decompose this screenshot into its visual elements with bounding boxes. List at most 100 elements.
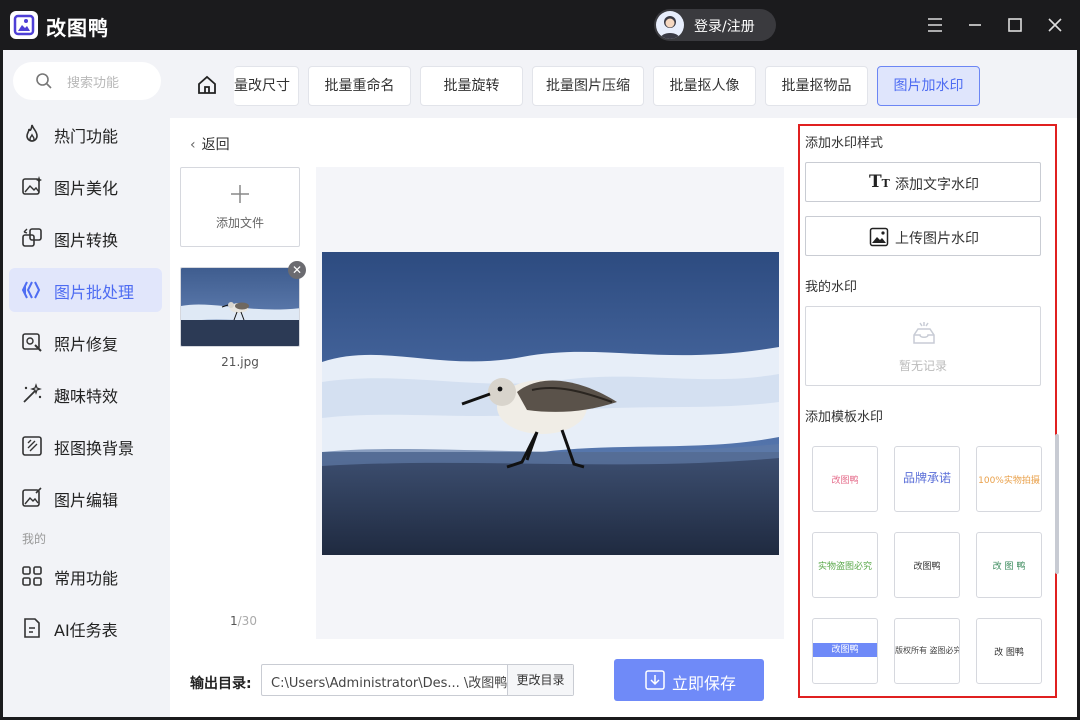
tab-cutout-person[interactable]: 批量抠人像	[653, 66, 756, 106]
close-icon[interactable]	[1044, 14, 1066, 36]
search-placeholder: 搜索功能	[67, 76, 120, 91]
menu-icon[interactable]	[924, 14, 946, 36]
tab-resize[interactable]: 量改尺寸	[234, 66, 299, 106]
page-counter: 1/30	[230, 614, 257, 628]
back-button[interactable]: ‹ 返回	[190, 134, 230, 154]
sidebar-item-beautify[interactable]: 图片美化	[9, 164, 162, 208]
page-current: 1	[230, 614, 238, 628]
home-icon[interactable]	[196, 74, 218, 96]
convert-icon	[22, 228, 42, 247]
tab-rename[interactable]: 批量重命名	[308, 66, 411, 106]
watermark-template[interactable]: 品牌承诺	[894, 446, 960, 512]
template-text: 版权所有 盗图必究	[895, 646, 960, 655]
watermark-template[interactable]: 改图鸭	[812, 618, 878, 684]
back-label: 返回	[201, 137, 230, 153]
upload-image-watermark-button[interactable]: 上传图片水印	[805, 216, 1041, 256]
file-name: 21.jpg	[221, 355, 259, 369]
output-dir-value: C:\Users\Administrator\Des... \改图鸭	[271, 676, 507, 691]
cutout-icon	[22, 436, 42, 456]
watermark-template[interactable]: 改 图鸭	[976, 618, 1042, 684]
sidebar-item-label: 热门功能	[54, 127, 119, 146]
add-text-watermark-button[interactable]: TT 添加文字水印	[805, 162, 1041, 202]
output-dir-label: 输出目录:	[190, 676, 252, 692]
sidebar-item-edit[interactable]: 图片编辑	[9, 476, 162, 520]
magic-wand-icon	[23, 383, 42, 403]
save-label: 立即保存	[672, 674, 737, 693]
tool-tabs: 量改尺寸 批量重命名 批量旋转 批量图片压缩 批量抠人像 批量抠物品 图片加水印	[170, 50, 1077, 118]
template-text: 改图鸭	[913, 562, 941, 572]
watermark-template[interactable]: 版权所有 盗图必究	[894, 618, 960, 684]
template-text: 改 图 鸭	[992, 562, 1026, 572]
watermark-panel: 添加水印样式 TT 添加文字水印 上传图片水印 我的水印 暂无记录 添加模板水印…	[798, 124, 1057, 698]
sidebar-item-label: 图片转换	[54, 231, 119, 250]
add-file-label: 添加文件	[215, 216, 264, 230]
style-heading: 添加水印样式	[805, 136, 884, 151]
repair-icon	[22, 333, 42, 352]
search-input[interactable]: 搜索功能	[13, 62, 161, 100]
sidebar-item-repair[interactable]: 照片修复	[9, 320, 162, 364]
empty-inbox-icon	[913, 322, 935, 344]
sidebar-item-label: 照片修复	[54, 335, 119, 354]
sidebar-item-label: 图片批处理	[54, 283, 135, 302]
tab-watermark[interactable]: 图片加水印	[877, 66, 980, 106]
template-text: 改图鸭	[831, 476, 859, 486]
task-list-icon	[24, 618, 40, 638]
maximize-icon[interactable]	[1004, 14, 1026, 36]
my-watermarks-empty: 暂无记录	[805, 306, 1041, 386]
sidebar-item-label: 图片编辑	[54, 491, 119, 510]
app-title: 改图鸭	[46, 16, 109, 40]
title-bar: 改图鸭 登录/注册	[0, 0, 1080, 50]
template-text: 100%实物拍摄	[978, 476, 1040, 486]
sidebar-item-label: 常用功能	[54, 569, 119, 588]
sidebar-item-label: 趣味特效	[54, 387, 119, 406]
template-text: 改图鸭	[813, 643, 877, 657]
sidebar-item-label: AI任务表	[54, 621, 118, 640]
image-sparkle-icon	[22, 176, 42, 195]
sidebar-item-common[interactable]: 常用功能	[9, 554, 162, 598]
sidebar-item-cutout[interactable]: 抠图换背景	[9, 424, 162, 468]
edit-image-icon	[22, 487, 42, 507]
sidebar-item-label: 抠图换背景	[54, 439, 135, 458]
sidebar-item-hot[interactable]: 热门功能	[9, 112, 162, 156]
template-text: 改 图鸭	[994, 648, 1024, 658]
save-button[interactable]: 立即保存	[614, 659, 764, 701]
sidebar-item-batch[interactable]: 图片批处理	[9, 268, 162, 312]
watermark-template[interactable]: 改图鸭	[894, 532, 960, 598]
template-text: 实物盗图必究	[817, 562, 872, 572]
add-file-button[interactable]: 添加文件	[180, 167, 300, 247]
watermark-template[interactable]: 100%实物拍摄	[976, 446, 1042, 512]
change-dir-button[interactable]: 更改目录	[507, 665, 573, 695]
tab-compress[interactable]: 批量图片压缩	[532, 66, 644, 106]
chevron-left-icon: ‹	[190, 137, 196, 153]
output-dir-field[interactable]: C:\Users\Administrator\Des... \改图鸭 更改目录	[261, 664, 574, 696]
panel-scrollbar[interactable]	[1055, 434, 1059, 574]
grid-icon	[22, 566, 42, 586]
flame-icon	[26, 124, 38, 142]
tab-rotate[interactable]: 批量旋转	[420, 66, 523, 106]
sidebar-item-effects[interactable]: 趣味特效	[9, 372, 162, 416]
sidebar: 搜索功能 热门功能 图片美化 图片转换 图片批处理 照片修复 趣味特效 抠图换背…	[3, 50, 170, 717]
section-label-mine: 我的	[22, 532, 47, 546]
login-button[interactable]: 登录/注册	[654, 9, 776, 41]
sidebar-item-label: 图片美化	[54, 179, 119, 198]
download-icon	[645, 670, 665, 690]
template-heading: 添加模板水印	[805, 410, 884, 425]
image-preview	[316, 167, 784, 639]
login-label: 登录/注册	[694, 19, 755, 35]
preview-image	[322, 252, 779, 555]
batch-icon	[21, 281, 41, 299]
watermark-template[interactable]: 改 图 鸭	[976, 532, 1042, 598]
watermark-template[interactable]: 改图鸭	[812, 446, 878, 512]
sidebar-item-ai-tasks[interactable]: AI任务表	[9, 606, 162, 650]
file-thumbnail[interactable]	[180, 267, 300, 347]
tab-cutout-object[interactable]: 批量抠物品	[765, 66, 868, 106]
text-icon: TT	[869, 172, 890, 192]
app-logo-icon	[10, 11, 38, 39]
watermark-template[interactable]: 实物盗图必究	[812, 532, 878, 598]
sidebar-item-convert[interactable]: 图片转换	[9, 216, 162, 260]
empty-label: 暂无记录	[898, 359, 947, 373]
page-total: /30	[237, 614, 257, 628]
remove-file-icon[interactable]: ✕	[288, 261, 306, 279]
mine-heading: 我的水印	[805, 280, 858, 295]
minimize-icon[interactable]	[964, 14, 986, 36]
